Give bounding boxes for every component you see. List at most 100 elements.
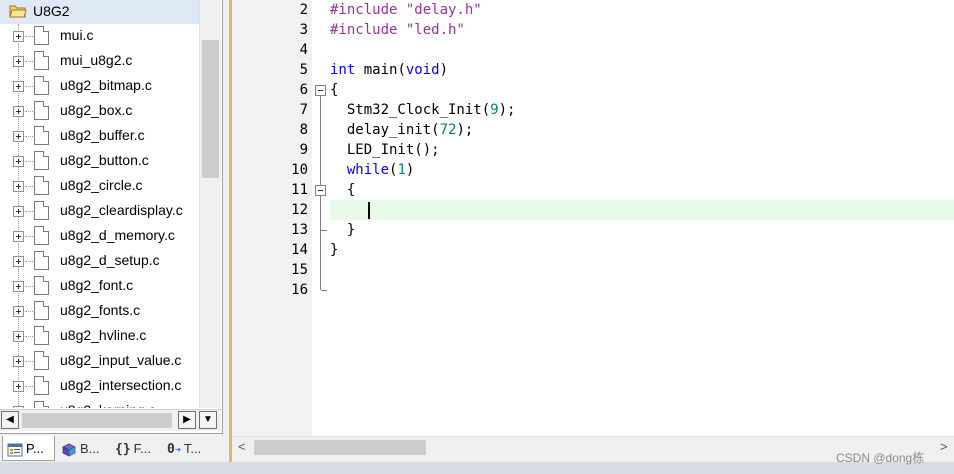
expand-icon[interactable]: [13, 81, 24, 92]
code-line: #include "led.h": [330, 20, 465, 40]
code-line: {: [330, 80, 338, 100]
expand-icon[interactable]: [13, 31, 24, 42]
tree-file-item[interactable]: u8g2_intersection.c: [0, 374, 199, 399]
scroll-right-button[interactable]: ▶: [178, 411, 196, 429]
tree-file-item[interactable]: u8g2_button.c: [0, 149, 199, 174]
tree-file-item[interactable]: u8g2_fonts.c: [0, 299, 199, 324]
tab-templates-label: T...: [183, 441, 202, 456]
code-editor[interactable]: 2 3 4 5 6 7 8 9 10 11 12 13 14 15 16 #include "delay.h…: [232, 0, 954, 436]
tree-connector: [25, 136, 33, 137]
tree-file-item[interactable]: mui_u8g2.c: [0, 49, 199, 74]
expand-icon[interactable]: [13, 156, 24, 167]
tree-file-item[interactable]: u8g2_d_setup.c: [0, 249, 199, 274]
fold-toggle-line-6[interactable]: [315, 85, 326, 96]
templates-icon: 0➜: [167, 441, 181, 457]
tab-books[interactable]: B...: [57, 436, 109, 461]
file-label: u8g2_font.c: [60, 277, 134, 293]
line-number: 5: [299, 62, 308, 78]
tree-connector: [25, 336, 33, 337]
tree-file-item[interactable]: u8g2_input_value.c: [0, 349, 199, 374]
file-label: u8g2_cleardisplay.c: [60, 202, 183, 218]
editor-scroll-right-button[interactable]: >: [940, 439, 948, 454]
tab-functions-label: F...: [133, 441, 151, 456]
functions-icon: {}: [115, 442, 131, 458]
code-line: while(1): [330, 160, 414, 180]
expand-icon[interactable]: [13, 331, 24, 342]
tree-file-item[interactable]: u8g2_kerning.c: [0, 399, 199, 408]
tree-file-item[interactable]: u8g2_hvline.c: [0, 324, 199, 349]
code-line: LED_Init();: [330, 140, 440, 160]
line-number: 10: [291, 162, 308, 178]
editor-hscroll-thumb[interactable]: [254, 440, 426, 455]
expand-icon[interactable]: [13, 106, 24, 117]
file-icon: [34, 401, 49, 408]
tree-horizontal-scrollbar[interactable]: ◀ ▶ ▼: [0, 409, 221, 431]
code-line: Stm32_Clock_Init(9);: [330, 100, 516, 120]
fold-end-tick-line-16: [321, 290, 327, 291]
text-caret: [368, 202, 370, 219]
project-pane: U8G2 mui.c mui_u8g2.c u8g2_bitmap.c u8g2_bo…: [0, 0, 223, 462]
file-icon: [34, 226, 49, 245]
expand-icon[interactable]: [13, 256, 24, 267]
tree-connector: [25, 311, 33, 312]
fold-toggle-line-11[interactable]: [315, 185, 326, 196]
expand-icon[interactable]: [13, 56, 24, 67]
expand-icon[interactable]: [13, 281, 24, 292]
tree-file-item[interactable]: u8g2_buffer.c: [0, 124, 199, 149]
tree-file-item[interactable]: u8g2_cleardisplay.c: [0, 199, 199, 224]
tree-vertical-scrollbar[interactable]: [199, 0, 221, 408]
scroll-left-button[interactable]: ◀: [1, 411, 19, 429]
scroll-down-button[interactable]: ▼: [199, 411, 217, 429]
tree-connector: [25, 161, 33, 162]
file-label: mui_u8g2.c: [60, 52, 133, 68]
code-token-keyword: int: [330, 62, 356, 78]
expand-icon[interactable]: [13, 131, 24, 142]
tree-file-item[interactable]: mui.c: [0, 24, 199, 49]
line-number: 9: [299, 142, 308, 158]
file-label: u8g2_circle.c: [60, 177, 143, 193]
expand-icon[interactable]: [13, 206, 24, 217]
tab-project[interactable]: P...: [2, 436, 55, 461]
line-number: 6: [299, 82, 308, 98]
file-label: u8g2_d_memory.c: [60, 227, 175, 243]
tree-file-item[interactable]: u8g2_font.c: [0, 274, 199, 299]
tree-file-item[interactable]: u8g2_box.c: [0, 99, 199, 124]
editor-scroll-left-button[interactable]: <: [238, 439, 246, 454]
code-token-plain: {: [330, 182, 356, 198]
code-token-plain: }: [330, 242, 339, 258]
code-token-plain: LED_Init();: [330, 142, 440, 158]
expand-icon[interactable]: [13, 306, 24, 317]
tree-hscroll-thumb[interactable]: [22, 413, 172, 428]
tree-root-u8g2[interactable]: U8G2: [0, 0, 199, 24]
expand-icon[interactable]: [13, 381, 24, 392]
expand-icon[interactable]: [13, 231, 24, 242]
tree-connector: [25, 86, 33, 87]
code-token-plain: {: [330, 82, 339, 98]
line-number: 13: [291, 222, 308, 238]
line-number: 2: [299, 2, 308, 18]
code-line: }: [330, 220, 355, 240]
code-line: }: [330, 240, 338, 260]
tab-templates[interactable]: 0➜ T...: [163, 436, 213, 461]
books-icon: [62, 443, 76, 457]
tab-functions[interactable]: {} F...: [111, 436, 161, 461]
file-icon: [34, 326, 49, 345]
tree-file-item[interactable]: u8g2_d_memory.c: [0, 224, 199, 249]
expand-icon[interactable]: [13, 356, 24, 367]
code-token-string: "delay.h": [405, 2, 482, 18]
tree-vscroll-thumb[interactable]: [202, 40, 219, 178]
expand-icon[interactable]: [13, 406, 24, 408]
tab-books-label: B...: [80, 441, 100, 456]
code-token-number: 9: [490, 102, 499, 118]
code-text-area[interactable]: #include "delay.h" #include "led.h" int ma…: [330, 0, 954, 436]
code-token-number: 72: [439, 122, 457, 138]
file-icon: [34, 76, 49, 95]
code-token-keyword: while: [346, 162, 390, 178]
code-line: int main(void): [330, 60, 448, 80]
expand-icon[interactable]: [13, 181, 24, 192]
tree-file-item[interactable]: u8g2_circle.c: [0, 174, 199, 199]
tree-file-item[interactable]: u8g2_bitmap.c: [0, 74, 199, 99]
file-label: mui.c: [60, 27, 94, 43]
file-icon: [34, 126, 49, 145]
